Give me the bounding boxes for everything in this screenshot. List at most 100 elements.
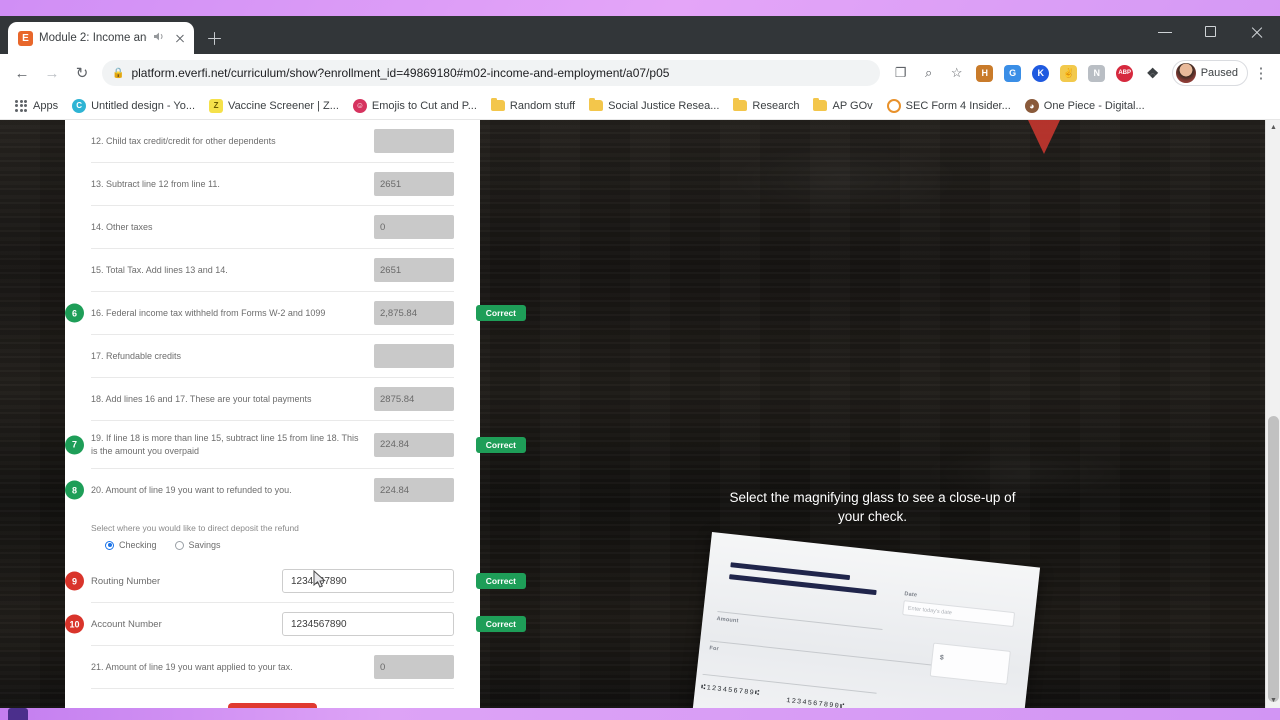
- bookmark-label: Untitled design - Yo...: [91, 99, 196, 112]
- check-date-field[interactable]: [902, 600, 1016, 628]
- table-row: 7 19. If line 18 is more than line 15, s…: [65, 421, 526, 469]
- share-screenshot-icon[interactable]: ❐: [888, 60, 914, 86]
- bookmark-apps[interactable]: Apps: [8, 96, 64, 116]
- forward-button[interactable]: →: [38, 59, 66, 87]
- check-micr-routing: ⑆123456789⑆: [700, 683, 761, 699]
- speaker-icon[interactable]: [153, 29, 166, 47]
- apps-grid-icon: [14, 99, 28, 113]
- row-label: 14. Other taxes: [91, 221, 153, 232]
- profile-chip[interactable]: Paused: [1171, 60, 1248, 86]
- extensions-puzzle-icon[interactable]: ❖: [1140, 60, 1166, 86]
- routing-number-row: 9 Routing Number Correct: [65, 560, 526, 603]
- step-badge-8: 8: [65, 480, 84, 500]
- maximize-button[interactable]: [1188, 16, 1234, 48]
- bookmark-sec-form-4[interactable]: SEC Form 4 Insider...: [881, 96, 1017, 116]
- bookmark-random-stuff[interactable]: Random stuff: [485, 97, 581, 115]
- row-input-line19[interactable]: [374, 432, 454, 457]
- row-input-line16[interactable]: [374, 301, 454, 325]
- radio-savings[interactable]: Savings: [174, 540, 221, 550]
- status-badge: Correct: [475, 573, 526, 589]
- radio-checking-label: Checking: [119, 540, 157, 550]
- tab-close-icon[interactable]: [172, 30, 188, 46]
- tax-form-panel: 12. Child tax credit/credit for other de…: [65, 120, 526, 708]
- bookmark-emojis[interactable]: ☺ Emojis to Cut and P...: [347, 96, 483, 116]
- row-label: 18. Add lines 16 and 17. These are your …: [91, 393, 312, 404]
- form-1040-card: 12. Child tax credit/credit for other de…: [65, 120, 526, 708]
- bookmark-label: Random stuff: [509, 99, 576, 112]
- row-input-line21[interactable]: [374, 655, 454, 679]
- minimize-button[interactable]: [1142, 16, 1188, 48]
- routing-number-input[interactable]: [282, 569, 454, 593]
- honey-extension-icon[interactable]: H: [972, 60, 998, 86]
- bookmark-label: SEC Form 4 Insider...: [905, 99, 1011, 112]
- routing-number-label: Routing Number: [91, 575, 161, 587]
- deposit-radio-group: Checking Savings: [91, 540, 454, 550]
- check-micr-account: 1234567890⑈: [785, 697, 846, 708]
- onepiece-icon: ◕: [1024, 98, 1039, 113]
- everfi-favicon: E: [18, 30, 33, 46]
- search-icon[interactable]: ⌕: [916, 60, 942, 86]
- zoom-icon: Z: [209, 98, 224, 113]
- reload-button[interactable]: ↻: [68, 59, 96, 87]
- scrollbar-up-arrow[interactable]: ▲: [1266, 120, 1280, 135]
- table-row: 12. Child tax credit/credit for other de…: [91, 120, 454, 163]
- radio-savings-indicator[interactable]: [174, 540, 184, 550]
- bookmark-one-piece[interactable]: ◕ One Piece - Digital...: [1019, 96, 1151, 116]
- table-row: 15. Total Tax. Add lines 13 and 14.: [91, 249, 454, 292]
- vertical-scrollbar[interactable]: ▲ ▼: [1265, 120, 1280, 708]
- check-payee-redaction-2: [729, 574, 877, 596]
- bookmark-untitled-design[interactable]: C Untitled design - Yo...: [66, 96, 201, 116]
- bookmark-social-justice[interactable]: Social Justice Resea...: [583, 97, 725, 115]
- folder-icon: [490, 97, 505, 111]
- new-tab-button[interactable]: [200, 24, 228, 52]
- table-row: 17. Refundable credits: [91, 335, 454, 378]
- bookmark-star-icon[interactable]: ☆: [944, 60, 970, 86]
- row-label: 19. If line 18 is more than line 15, sub…: [91, 433, 359, 456]
- canva-icon: C: [72, 98, 87, 113]
- notebook-extension-icon[interactable]: N: [1084, 60, 1110, 86]
- profile-avatar: [1175, 63, 1196, 83]
- bookmark-research[interactable]: Research: [727, 97, 805, 115]
- thumbs-up-extension-icon[interactable]: ✌: [1056, 60, 1082, 86]
- back-button[interactable]: ←: [8, 59, 36, 87]
- check-image[interactable]: Date Enter today's date Amount For $ ⑆12…: [691, 532, 1041, 708]
- taskbar: [0, 708, 1280, 720]
- check-amount-box[interactable]: [929, 642, 1011, 685]
- browser-toolbar: ← → ↻ 🔒 platform.everfi.net/curriculum/s…: [0, 54, 1280, 92]
- address-bar[interactable]: 🔒 platform.everfi.net/curriculum/show?en…: [102, 60, 880, 86]
- adblock-plus-icon[interactable]: ABP: [1112, 60, 1138, 86]
- grammarly-extension-icon[interactable]: G: [1000, 60, 1026, 86]
- tab-everfi-module[interactable]: E Module 2: Income and Empl: [8, 22, 194, 54]
- row-input-line12[interactable]: [374, 129, 454, 153]
- lock-icon: 🔒: [112, 67, 125, 79]
- row-input-line14[interactable]: [374, 215, 454, 239]
- folder-icon: [589, 97, 604, 111]
- scrollbar-down-arrow[interactable]: ▼: [1266, 693, 1280, 708]
- row-label: 16. Federal income tax withheld from For…: [91, 307, 326, 318]
- browser-window: E Module 2: Income and Empl ← → ↻ 🔒 plat…: [0, 16, 1280, 708]
- status-badge: Correct: [475, 616, 526, 632]
- account-number-input[interactable]: [282, 612, 454, 636]
- bookmark-ap-gov[interactable]: AP GOv: [807, 97, 878, 115]
- radio-checking[interactable]: Checking: [105, 540, 157, 550]
- row-input-line20[interactable]: [374, 478, 454, 502]
- status-badge: Correct: [475, 305, 526, 321]
- check-dollar-sign: $: [939, 654, 945, 662]
- row-input-line17[interactable]: [374, 344, 454, 368]
- check-for-label: For: [709, 645, 720, 653]
- radio-checking-indicator[interactable]: [105, 540, 114, 550]
- window-close-button[interactable]: [1234, 16, 1280, 48]
- bookmark-vaccine-screener[interactable]: Z Vaccine Screener | Z...: [203, 96, 345, 116]
- row-input-line15[interactable]: [374, 258, 454, 282]
- step-badge-6: 6: [65, 303, 84, 323]
- bookmark-label: Apps: [33, 99, 59, 112]
- row-input-line18[interactable]: [374, 387, 454, 411]
- taskbar-app-icon[interactable]: [8, 708, 28, 720]
- three-dot-menu-icon[interactable]: ⋮: [1250, 64, 1272, 82]
- kami-extension-icon[interactable]: K: [1028, 60, 1054, 86]
- scrollbar-thumb[interactable]: [1268, 416, 1279, 702]
- radio-savings-label: Savings: [188, 540, 221, 550]
- table-row: 6 16. Federal income tax withheld from F…: [65, 292, 526, 335]
- row-input-line13[interactable]: [374, 172, 454, 196]
- account-number-row: 10 Account Number Correct: [65, 603, 526, 646]
